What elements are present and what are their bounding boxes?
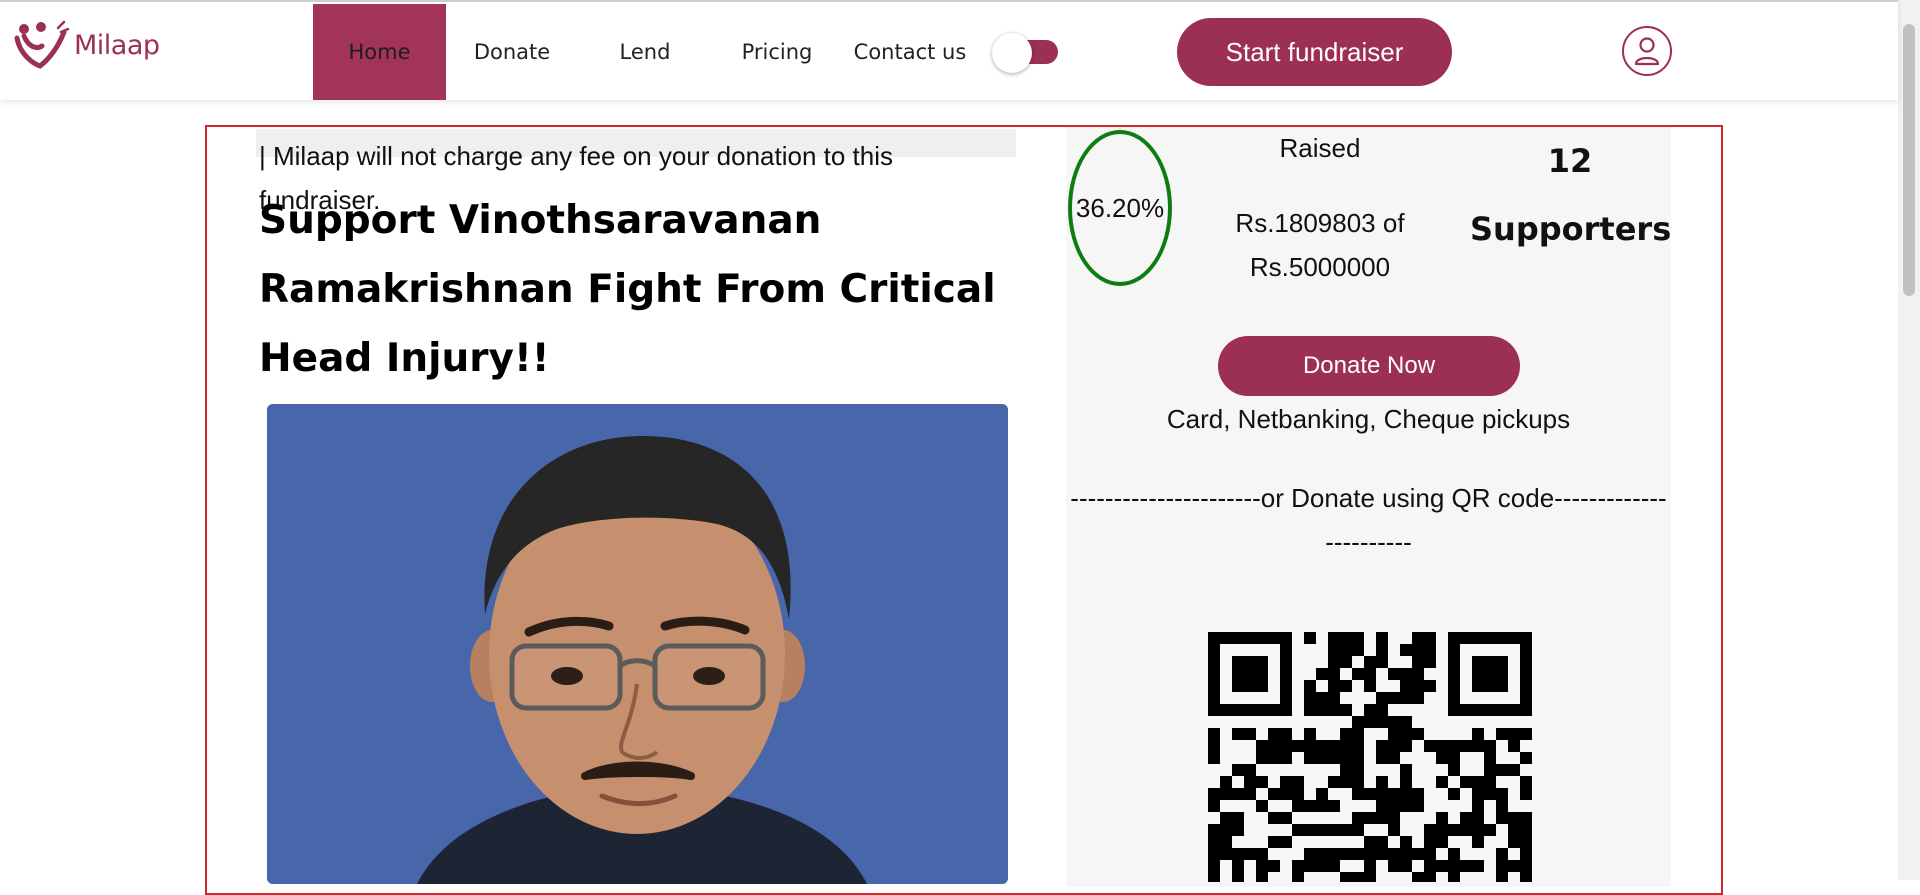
raised-label: Raised — [1279, 133, 1361, 163]
page-scrollbar[interactable] — [1898, 0, 1920, 880]
nav-lend[interactable]: Lend — [580, 4, 710, 100]
top-navbar: Milaap Home Donate Lend Pricing Contact … — [0, 0, 1898, 100]
supporters-count: 12 — [1547, 142, 1593, 180]
progress-percent: 36.20% — [1075, 192, 1165, 223]
donation-qr-code[interactable] — [1208, 632, 1532, 882]
profile-button[interactable] — [1622, 26, 1672, 76]
supporters-label: Supporters — [1470, 210, 1672, 248]
campaign-title: Support Vinothsaravanan Ramakrishnan Fig… — [259, 198, 996, 381]
user-icon — [1634, 37, 1660, 66]
logo-text: Milaap — [74, 29, 160, 61]
milaap-logo[interactable]: Milaap — [14, 20, 160, 70]
campaign-photo — [267, 404, 1008, 884]
start-fundraiser-button[interactable]: Start fundraiser — [1177, 18, 1452, 86]
nav-contact-us[interactable]: Contact us — [845, 4, 975, 100]
progress-ring: 36.20% — [1068, 130, 1172, 286]
theme-toggle[interactable] — [990, 33, 1068, 73]
qr-divider: ----------------------or Donate using QR… — [1070, 483, 1667, 557]
payment-methods: Card, Netbanking, Cheque pickups — [1166, 404, 1571, 434]
logo-icon — [14, 20, 70, 69]
donate-now-button[interactable]: Donate Now — [1218, 336, 1520, 396]
scrollbar-thumb[interactable] — [1903, 24, 1915, 296]
qr-code-graphic — [1208, 632, 1532, 882]
nav-pricing[interactable]: Pricing — [712, 4, 842, 100]
beneficiary-portrait — [267, 404, 1008, 884]
nav-donate[interactable]: Donate — [447, 4, 577, 100]
nav-home[interactable]: Home — [313, 4, 446, 100]
raised-amount: Rs.1809803 of Rs.5000000 — [1235, 208, 1405, 282]
toggle-knob — [992, 33, 1032, 73]
